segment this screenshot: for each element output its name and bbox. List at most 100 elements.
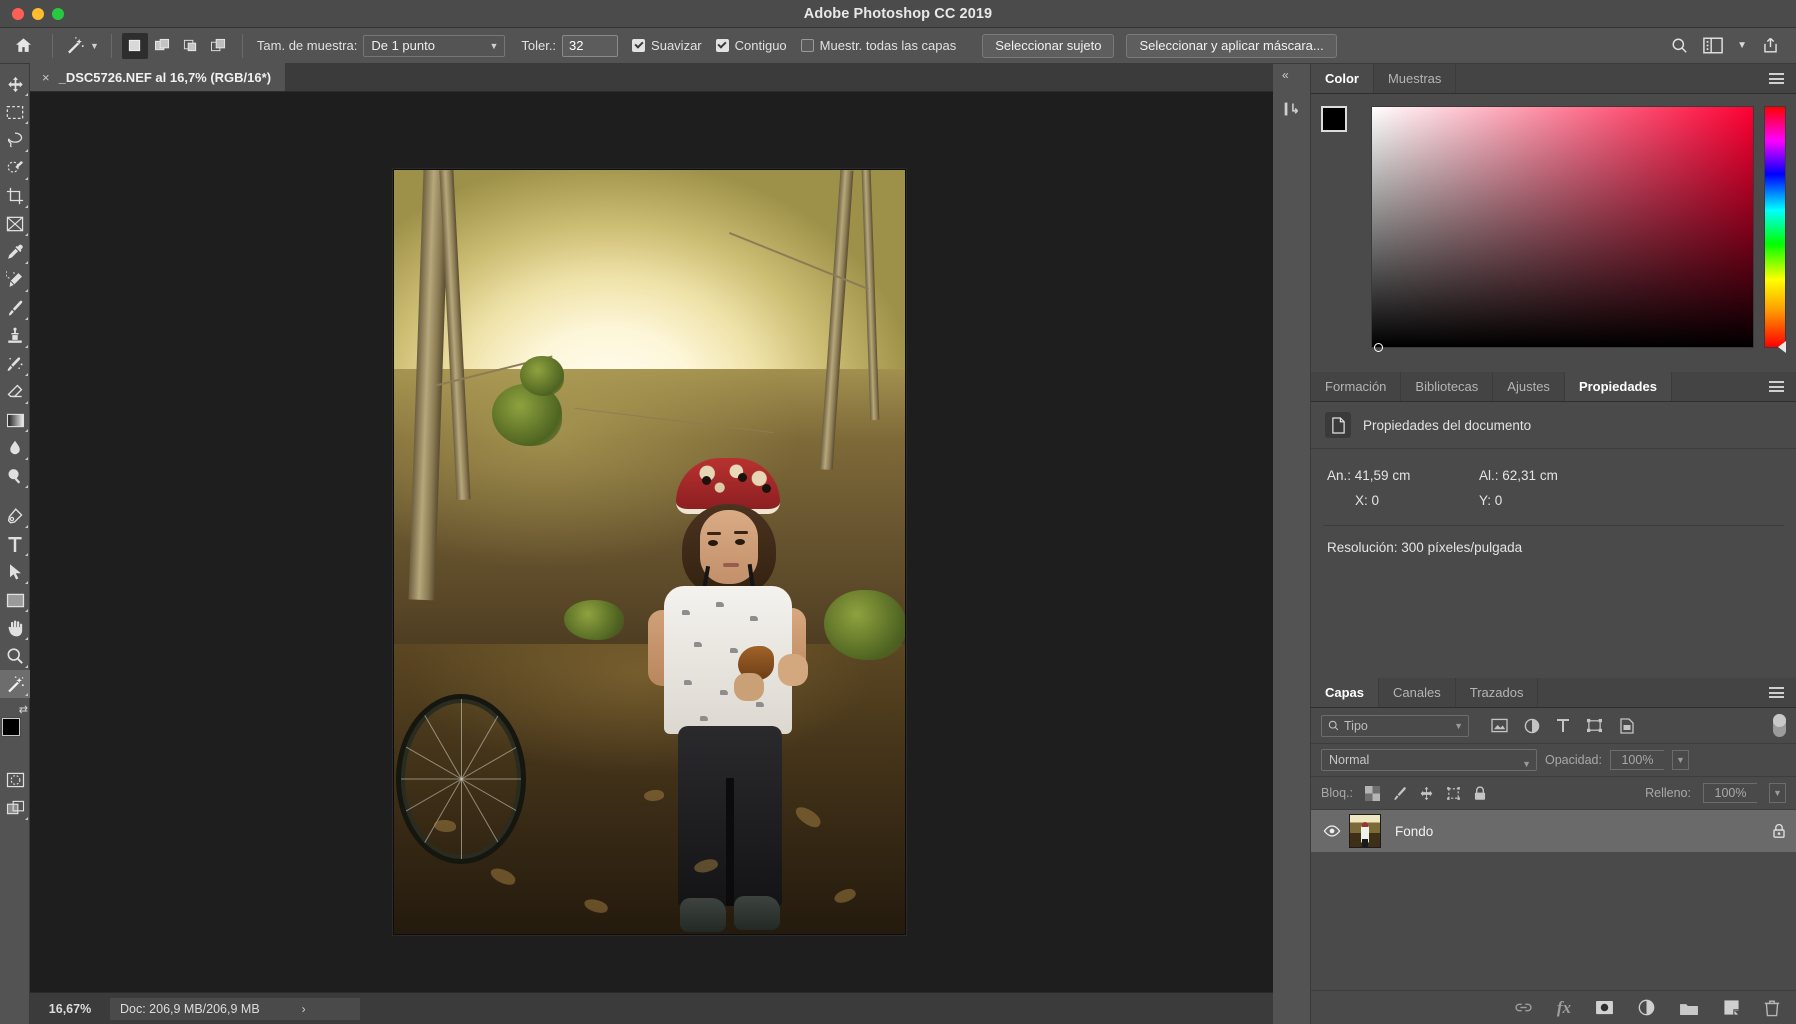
quick-selection-tool[interactable] <box>0 154 30 182</box>
adjustment-filter-icon[interactable] <box>1524 718 1540 734</box>
add-layer-mask-icon[interactable] <box>1595 1000 1614 1015</box>
rectangular-marquee-tool[interactable] <box>0 98 30 126</box>
contiguous-checkbox-group[interactable]: Contiguo <box>715 38 787 53</box>
fill-input[interactable]: 100% <box>1703 783 1757 803</box>
chevron-down-icon[interactable]: ▼ <box>1454 721 1463 731</box>
tool-preset-picker[interactable]: ▼ <box>59 35 105 56</box>
panel-menu-icon[interactable] <box>1769 685 1784 701</box>
tab-trazados[interactable]: Trazados <box>1455 678 1539 707</box>
color-swatches[interactable]: ⇄ <box>0 704 30 754</box>
document-tab[interactable]: × _DSC5726.NEF al 16,7% (RGB/16*) <box>30 63 287 91</box>
color-panel-menu-button[interactable] <box>1757 64 1796 93</box>
collapse-dock-icon[interactable]: « <box>1282 68 1289 82</box>
history-log-icon[interactable] <box>1281 98 1303 120</box>
lock-position-icon[interactable] <box>1419 786 1434 801</box>
layer-fx-icon[interactable]: fx <box>1557 998 1571 1018</box>
rectangle-tool[interactable] <box>0 586 30 614</box>
new-adjustment-layer-icon[interactable] <box>1638 999 1655 1016</box>
swap-colors-icon[interactable]: ⇄ <box>19 703 28 716</box>
new-selection-button[interactable] <box>121 32 148 59</box>
color-panel-swatches[interactable] <box>1321 106 1361 146</box>
status-expand-icon[interactable]: › <box>302 998 306 1020</box>
lock-all-icon[interactable] <box>1473 785 1487 801</box>
layer-thumbnail[interactable] <box>1349 814 1381 848</box>
shape-filter-icon[interactable] <box>1586 718 1603 733</box>
tab-formacion[interactable]: Formación <box>1311 372 1402 401</box>
brush-tool[interactable] <box>0 294 30 322</box>
dodge-tool[interactable] <box>0 462 30 490</box>
color-spectrum-field[interactable] <box>1371 106 1754 352</box>
lock-artboard-icon[interactable] <box>1446 786 1461 801</box>
zoom-tool[interactable] <box>0 642 30 670</box>
lock-icon[interactable] <box>1772 823 1786 839</box>
type-filter-icon[interactable] <box>1556 718 1570 733</box>
chevron-down-icon[interactable]: ▼ <box>1522 754 1531 774</box>
lock-transparent-pixels-icon[interactable] <box>1364 785 1380 801</box>
select-subject-button[interactable]: Seleccionar sujeto <box>982 33 1115 58</box>
history-brush-tool[interactable] <box>0 350 30 378</box>
workspace-icon[interactable] <box>1703 37 1723 54</box>
image-filter-icon[interactable] <box>1491 718 1508 733</box>
layer-filter-select[interactable]: Tipo ▼ <box>1321 714 1469 737</box>
add-to-selection-button[interactable] <box>150 33 176 59</box>
delete-layer-icon[interactable] <box>1764 999 1780 1017</box>
filter-toggle-switch[interactable] <box>1773 714 1786 737</box>
canvas-area[interactable] <box>30 92 1273 992</box>
antialias-checkbox-group[interactable]: Suavizar <box>632 38 702 53</box>
screen-mode-icon[interactable] <box>0 794 30 822</box>
all-layers-checkbox-group[interactable]: Muestr. todas las capas <box>800 38 956 53</box>
tab-capas[interactable]: Capas <box>1311 678 1380 707</box>
table-row[interactable]: Fondo <box>1311 810 1796 852</box>
new-group-icon[interactable] <box>1679 1000 1699 1016</box>
spot-healing-brush-tool[interactable] <box>0 266 30 294</box>
hand-tool[interactable] <box>0 614 30 642</box>
fill-stepper-chevron[interactable]: ▼ <box>1769 783 1786 803</box>
panel-menu-icon[interactable] <box>1769 71 1784 87</box>
tab-bibliotecas[interactable]: Bibliotecas <box>1401 372 1494 401</box>
selection-mode-group[interactable] <box>118 32 236 59</box>
tab-propiedades[interactable]: Propiedades <box>1564 372 1672 401</box>
panel-menu-icon[interactable] <box>1769 379 1784 395</box>
select-and-mask-button[interactable]: Seleccionar y aplicar máscara... <box>1126 33 1337 58</box>
sample-size-select[interactable]: De 1 punto ▼ <box>363 34 506 57</box>
smart-object-filter-icon[interactable] <box>1619 717 1635 734</box>
search-icon[interactable] <box>1670 36 1689 55</box>
path-selection-tool[interactable] <box>0 558 30 586</box>
blend-mode-select[interactable]: Normal ▼ <box>1321 749 1537 771</box>
intersect-with-selection-button[interactable] <box>206 33 232 59</box>
color-field-marker[interactable] <box>1374 343 1383 352</box>
close-icon[interactable]: × <box>42 70 50 85</box>
gradient-tool[interactable] <box>0 406 30 434</box>
tab-canales[interactable]: Canales <box>1379 678 1456 707</box>
frame-tool[interactable] <box>0 210 30 238</box>
hue-slider[interactable] <box>1764 106 1786 353</box>
new-layer-icon[interactable] <box>1723 999 1740 1016</box>
link-layers-icon[interactable] <box>1514 1001 1533 1014</box>
tab-muestras[interactable]: Muestras <box>1373 64 1457 93</box>
eyedropper-tool[interactable] <box>0 238 30 266</box>
tolerance-input[interactable]: 32 <box>562 34 619 57</box>
document-size-info[interactable]: Doc: 206,9 MB/206,9 MB › <box>110 997 360 1020</box>
opacity-input[interactable]: 100% <box>1609 750 1664 770</box>
tab-ajustes[interactable]: Ajustes <box>1493 372 1565 401</box>
clone-stamp-tool[interactable] <box>0 322 30 350</box>
magic-wand-tool[interactable] <box>0 670 30 698</box>
lock-image-pixels-icon[interactable] <box>1392 786 1407 801</box>
pen-tool[interactable] <box>0 502 30 530</box>
opacity-stepper-chevron[interactable]: ▼ <box>1671 750 1689 770</box>
chevron-down-icon[interactable]: ▼ <box>1737 40 1747 51</box>
contiguous-checkbox[interactable] <box>715 39 729 52</box>
layer-list[interactable]: Fondo <box>1311 810 1796 990</box>
subtract-from-selection-button[interactable] <box>178 33 204 59</box>
properties-panel-menu-button[interactable] <box>1757 372 1796 401</box>
document-canvas[interactable] <box>393 169 906 935</box>
move-tool[interactable] <box>0 70 30 98</box>
share-icon[interactable] <box>1761 36 1780 55</box>
zoom-level[interactable]: 16,67% <box>30 1002 110 1016</box>
layers-panel-menu-button[interactable] <box>1757 678 1796 707</box>
type-tool[interactable] <box>0 530 30 558</box>
blur-tool[interactable] <box>0 434 30 462</box>
tab-color[interactable]: Color <box>1311 64 1374 93</box>
hue-slider-marker[interactable] <box>1778 341 1786 353</box>
lasso-tool[interactable] <box>0 126 30 154</box>
